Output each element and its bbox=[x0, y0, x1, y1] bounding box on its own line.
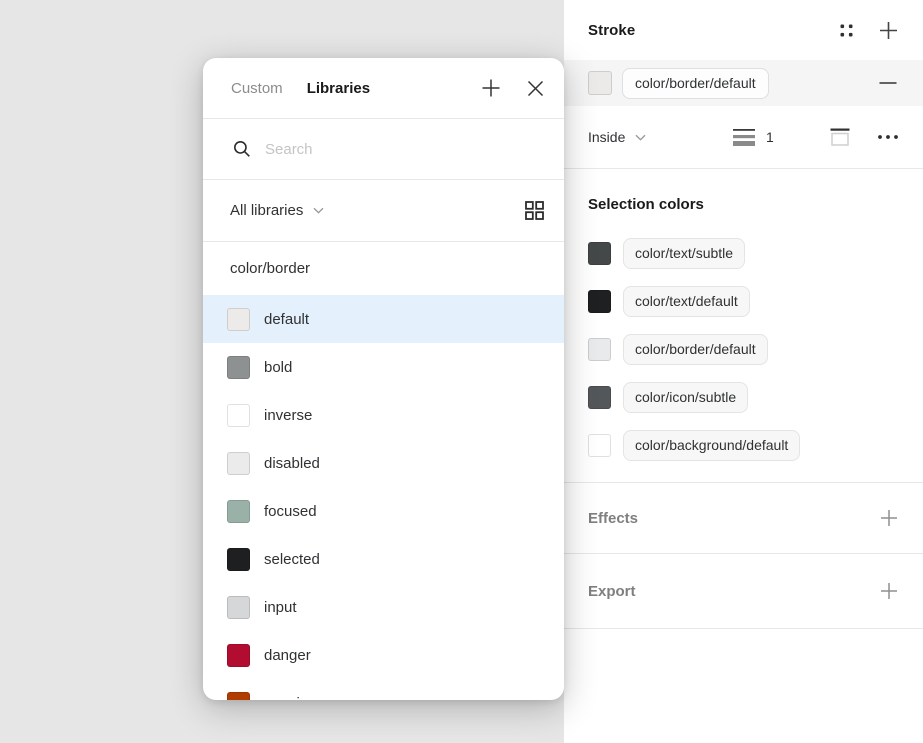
list-item-input[interactable]: input bbox=[203, 583, 564, 631]
search-input[interactable] bbox=[265, 141, 536, 158]
color-swatch[interactable] bbox=[588, 386, 611, 409]
divider bbox=[564, 628, 923, 629]
color-swatch bbox=[227, 692, 250, 701]
list-item-warning[interactable]: warning bbox=[203, 679, 564, 700]
stroke-per-side-icon[interactable] bbox=[829, 128, 851, 147]
stroke-options-row: Inside 1 bbox=[564, 106, 923, 168]
stroke-align-dropdown[interactable]: Inside bbox=[588, 129, 646, 145]
stroke-style-chip[interactable]: color/border/default bbox=[622, 68, 769, 99]
search-icon bbox=[233, 140, 251, 158]
effects-title: Effects bbox=[588, 510, 638, 527]
list-item-selected[interactable]: selected bbox=[203, 535, 564, 583]
color-swatch bbox=[227, 308, 250, 331]
list-item-danger[interactable]: danger bbox=[203, 631, 564, 679]
stroke-weight-icon bbox=[733, 128, 755, 146]
list-item-inverse[interactable]: inverse bbox=[203, 391, 564, 439]
inspector-panel: Stroke color/border/default Inside 1 bbox=[564, 0, 923, 743]
color-swatch bbox=[227, 404, 250, 427]
color-swatch[interactable] bbox=[588, 290, 611, 313]
list-item-default[interactable]: default bbox=[203, 295, 564, 343]
chevron-down-icon bbox=[313, 207, 324, 214]
color-style-chip[interactable]: color/text/subtle bbox=[623, 238, 745, 269]
effects-section: Effects bbox=[564, 483, 923, 553]
color-name: selected bbox=[264, 551, 320, 568]
color-style-chip[interactable]: color/text/default bbox=[623, 286, 750, 317]
add-export-plus-icon[interactable] bbox=[880, 582, 898, 600]
close-icon[interactable] bbox=[527, 80, 544, 97]
dialog-header: Custom Libraries bbox=[203, 58, 564, 119]
color-name: inverse bbox=[264, 407, 312, 424]
selection-color-row: color/background/default bbox=[588, 421, 899, 469]
library-filter-row: All libraries bbox=[203, 180, 564, 242]
selection-colors-section: Selection colors color/text/subtle color… bbox=[564, 196, 923, 482]
add-stroke-plus-icon[interactable] bbox=[879, 21, 898, 40]
color-name: bold bbox=[264, 359, 292, 376]
divider bbox=[564, 168, 923, 169]
color-name: danger bbox=[264, 647, 311, 664]
grid-view-icon[interactable] bbox=[525, 201, 544, 220]
export-section: Export bbox=[564, 554, 923, 628]
color-swatch bbox=[227, 500, 250, 523]
tab-libraries[interactable]: Libraries bbox=[307, 80, 370, 97]
color-swatch bbox=[227, 452, 250, 475]
chevron-down-icon bbox=[635, 134, 646, 141]
selection-color-row: color/border/default bbox=[588, 325, 899, 373]
list-item-focused[interactable]: focused bbox=[203, 487, 564, 535]
color-swatch[interactable] bbox=[588, 434, 611, 457]
add-effect-plus-icon[interactable] bbox=[880, 509, 898, 527]
remove-stroke-minus-icon[interactable] bbox=[878, 73, 898, 93]
color-style-chip[interactable]: color/border/default bbox=[623, 334, 768, 365]
selection-colors-title: Selection colors bbox=[588, 196, 899, 214]
color-style-chip[interactable]: color/icon/subtle bbox=[623, 382, 748, 413]
selection-color-row: color/text/default bbox=[588, 277, 899, 325]
color-swatch[interactable] bbox=[588, 242, 611, 265]
color-name: default bbox=[264, 311, 309, 328]
color-swatch bbox=[227, 356, 250, 379]
more-options-icon[interactable] bbox=[877, 135, 899, 140]
selection-color-row: color/text/subtle bbox=[588, 229, 899, 277]
color-name: input bbox=[264, 599, 297, 616]
color-swatch bbox=[227, 596, 250, 619]
color-name: focused bbox=[264, 503, 317, 520]
color-list: default bold inverse disabled focused se… bbox=[203, 295, 564, 700]
libraries-dialog: Custom Libraries All libraries color/bor… bbox=[203, 58, 564, 700]
dialog-search-row bbox=[203, 119, 564, 180]
stroke-color-swatch[interactable] bbox=[588, 71, 612, 95]
stroke-title: Stroke bbox=[588, 22, 635, 39]
stroke-value-row[interactable]: color/border/default bbox=[564, 60, 923, 106]
create-style-plus-icon[interactable] bbox=[481, 78, 501, 98]
color-swatch[interactable] bbox=[588, 338, 611, 361]
list-item-disabled[interactable]: disabled bbox=[203, 439, 564, 487]
group-header: color/border bbox=[203, 242, 564, 295]
export-title: Export bbox=[588, 583, 636, 600]
color-swatch bbox=[227, 644, 250, 667]
four-dot-styles-icon[interactable] bbox=[840, 24, 853, 37]
list-item-bold[interactable]: bold bbox=[203, 343, 564, 391]
tab-custom[interactable]: Custom bbox=[231, 80, 283, 97]
color-style-chip[interactable]: color/background/default bbox=[623, 430, 800, 461]
selection-color-row: color/icon/subtle bbox=[588, 373, 899, 421]
color-name: warning bbox=[264, 695, 317, 701]
color-name: disabled bbox=[264, 455, 320, 472]
stroke-weight-input[interactable]: 1 bbox=[766, 129, 774, 145]
group-label: color/border bbox=[230, 260, 310, 277]
stroke-section-header: Stroke bbox=[564, 0, 923, 60]
library-filter-dropdown[interactable]: All libraries bbox=[230, 202, 303, 219]
stroke-align-value: Inside bbox=[588, 129, 625, 145]
color-swatch bbox=[227, 548, 250, 571]
